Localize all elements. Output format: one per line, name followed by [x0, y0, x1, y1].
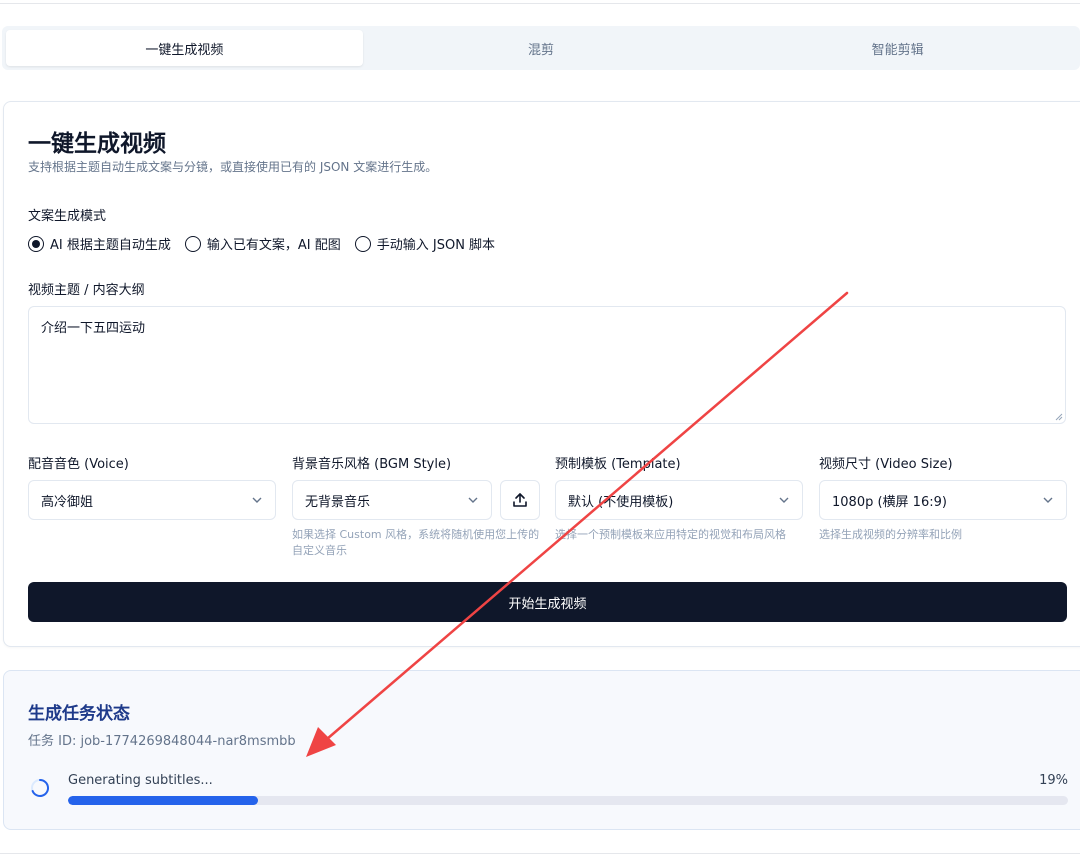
bottom-divider — [0, 853, 1080, 854]
progress-bar — [68, 796, 1068, 805]
status-title: 生成任务状态 — [28, 704, 130, 724]
radio-unchecked-icon — [184, 235, 201, 252]
radio-label: 输入已有文案，AI 配图 — [206, 238, 341, 253]
voice-label: 配音音色 (Voice) — [28, 457, 129, 472]
radio-existing-copy[interactable]: 输入已有文案，AI 配图 — [184, 234, 341, 253]
topic-value: 介绍一下五四运动 — [41, 321, 146, 336]
bgm-select[interactable]: 无背景音乐 — [292, 480, 492, 520]
chevron-down-icon — [252, 497, 262, 503]
loading-spinner-icon — [31, 779, 49, 797]
voice-value: 高冷御姐 — [41, 494, 94, 510]
topic-textarea[interactable]: 介绍一下五四运动 — [28, 306, 1066, 424]
top-divider — [0, 0, 1080, 4]
template-value: 默认 (不使用模板) — [568, 494, 674, 510]
video-size-select[interactable]: 1080p (横屏 16:9) — [819, 480, 1067, 520]
voice-select[interactable]: 高冷御姐 — [28, 480, 276, 520]
mode-radio-group: AI 根据主题自动生成 输入已有文案，AI 配图 手动输入 JSON 脚本 — [28, 234, 495, 253]
radio-label: 手动输入 JSON 脚本 — [376, 238, 496, 253]
page-title: 一键生成视频 — [28, 131, 166, 157]
topic-label: 视频主题 / 内容大纲 — [28, 283, 145, 298]
radio-label: AI 根据主题自动生成 — [50, 238, 171, 253]
job-id: 任务 ID: job-1774269848044-nar8msmbb — [28, 734, 296, 749]
size-value: 1080p (横屏 16:9) — [832, 494, 947, 510]
template-label: 预制模板 (Template) — [555, 457, 681, 472]
chevron-down-icon — [468, 497, 478, 503]
tab-remix[interactable]: 混剪 — [363, 30, 720, 66]
bgm-label: 背景音乐风格 (BGM Style) — [292, 457, 452, 472]
page-subtitle: 支持根据主题自动生成文案与分镜，或直接使用已有的 JSON 文案进行生成。 — [28, 160, 438, 174]
chevron-down-icon — [1043, 497, 1053, 503]
tab-smart-edit[interactable]: 智能剪辑 — [719, 30, 1076, 66]
template-hint: 选择一个预制模板来应用特定的视觉和布局风格 — [555, 528, 786, 541]
task-status-card: 生成任务状态 任务 ID: job-1774269848044-nar8msmb… — [3, 670, 1080, 830]
upload-icon — [513, 493, 527, 507]
bgm-hint: 如果选择 Custom 风格，系统将随机使用您上传的自定义音乐 — [292, 528, 540, 557]
upload-bgm-button[interactable] — [500, 480, 540, 520]
radio-ai-auto[interactable]: AI 根据主题自动生成 — [28, 234, 171, 253]
size-hint: 选择生成视频的分辨率和比例 — [819, 528, 962, 541]
chevron-down-icon — [779, 497, 789, 503]
radio-unchecked-icon — [354, 235, 371, 252]
resize-grip-icon[interactable] — [1055, 413, 1063, 421]
radio-manual-json[interactable]: 手动输入 JSON 脚本 — [354, 234, 496, 253]
generate-video-card: 一键生成视频 支持根据主题自动生成文案与分镜，或直接使用已有的 JSON 文案进… — [3, 101, 1080, 647]
status-text: Generating subtitles... — [68, 773, 213, 788]
template-select[interactable]: 默认 (不使用模板) — [555, 480, 803, 520]
radio-checked-icon — [28, 235, 44, 252]
tab-one-click-video[interactable]: 一键生成视频 — [6, 30, 363, 66]
start-generate-button[interactable]: 开始生成视频 — [28, 582, 1067, 622]
size-label: 视频尺寸 (Video Size) — [819, 457, 953, 472]
progress-fill — [68, 796, 258, 805]
mode-tabs: 一键生成视频 混剪 智能剪辑 — [2, 26, 1080, 70]
progress-percent: 19% — [1039, 773, 1068, 788]
bgm-value: 无背景音乐 — [305, 494, 371, 510]
mode-label: 文案生成模式 — [28, 209, 107, 224]
